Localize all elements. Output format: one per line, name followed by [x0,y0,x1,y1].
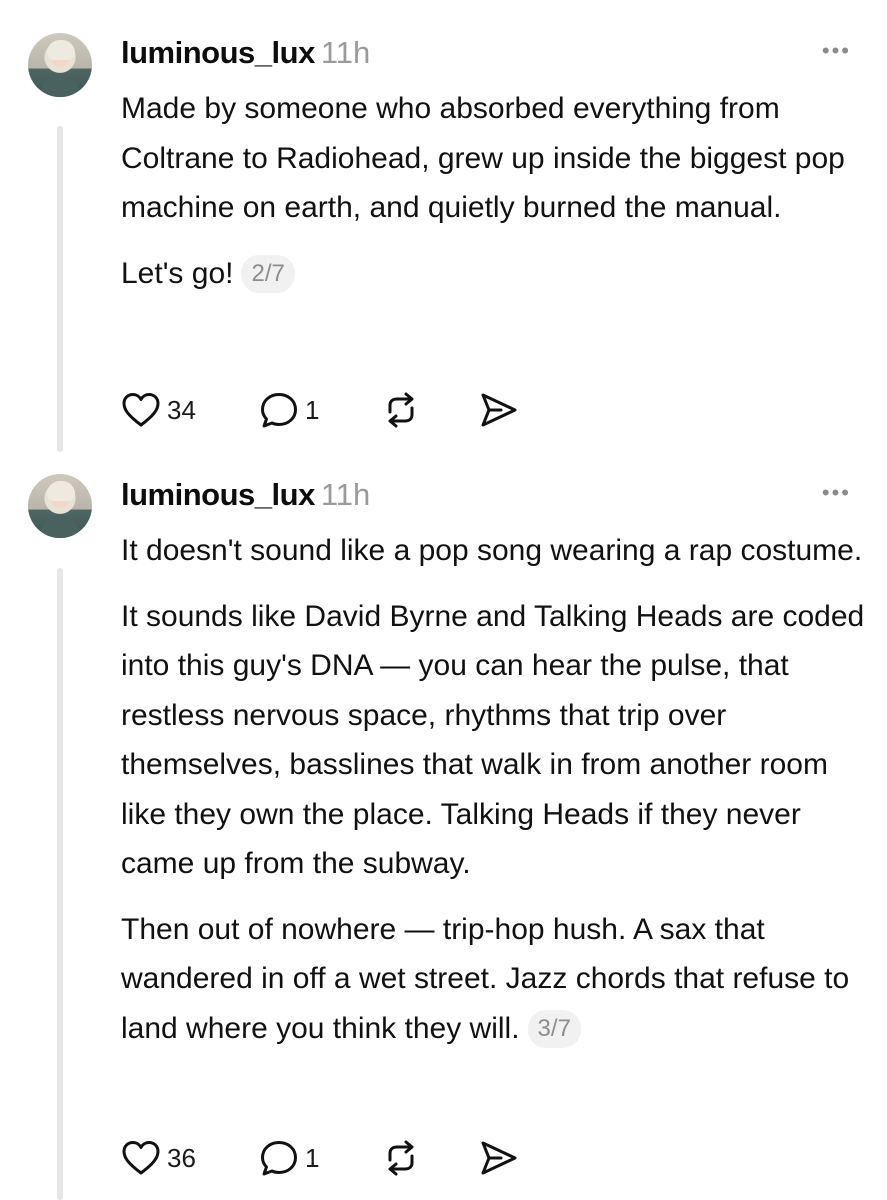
username[interactable]: luminous_lux [121,477,315,512]
post-header: luminous_lux 11h [121,35,370,71]
avatar[interactable] [28,33,92,97]
more-icon[interactable]: ••• [822,480,851,506]
timestamp: 11h [320,477,371,512]
heart-icon [122,1141,160,1175]
send-icon [481,393,517,427]
post-paragraph-last: Then out of nowhere — trip-hop hush. A s… [121,905,871,1054]
like-count: 36 [167,1142,196,1173]
post-paragraph-text: Then out of nowhere — trip-hop hush. A s… [121,912,850,1045]
post-paragraph: Made by someone who absorbed everything … [121,92,845,224]
thread-counter-badge: 2/7 [241,254,295,293]
timestamp: 11h [320,35,371,70]
repost-button[interactable] [381,1138,479,1178]
thread-line [57,568,63,1200]
like-button[interactable]: 34 [121,392,259,428]
more-icon[interactable]: ••• [822,38,851,64]
share-button[interactable] [479,1139,519,1177]
share-button[interactable] [479,391,519,429]
comment-icon [261,393,297,428]
thread-post-2: luminous_lux 11h ••• It doesn't sound lik… [0,458,887,1200]
repost-button[interactable] [381,390,479,430]
post-paragraph: It doesn't sound like a pop song wearing… [121,534,863,567]
send-icon [481,1141,517,1175]
post-paragraph-last: Let's go! 2/7 [121,249,871,299]
heart-icon [122,393,160,427]
post-body: It doesn't sound like a pop song wearing… [121,526,871,1069]
avatar[interactable] [28,474,92,538]
repost-icon [388,1140,414,1176]
thread-counter-badge: 3/7 [527,1009,581,1048]
reply-count: 1 [305,394,320,425]
reply-count: 1 [305,1142,320,1173]
like-button[interactable]: 36 [121,1140,259,1176]
post-header: luminous_lux 11h [121,477,370,513]
post-body: Made by someone who absorbed everything … [121,84,871,314]
like-count: 34 [167,394,196,425]
thread-post-1: luminous_lux 11h ••• Made by someone who … [0,0,887,458]
action-bar: 36 1 [121,1138,519,1178]
post-paragraph: It sounds like David Byrne and Talking H… [121,599,865,881]
reply-button[interactable]: 1 [259,391,381,429]
username[interactable]: luminous_lux [121,35,315,70]
reply-button[interactable]: 1 [259,1139,381,1177]
action-bar: 34 1 [121,390,519,430]
repost-icon [388,392,414,428]
post-paragraph-text: Let's go! [121,256,234,290]
comment-icon [261,1141,297,1176]
thread-line [57,126,63,452]
